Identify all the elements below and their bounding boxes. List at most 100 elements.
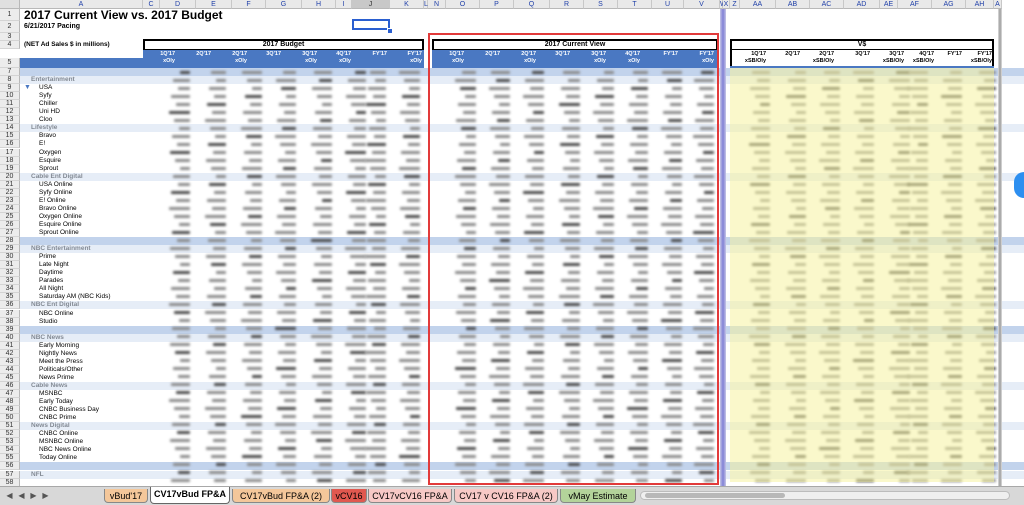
row-number[interactable]: 44 bbox=[0, 365, 20, 374]
selected-cell[interactable] bbox=[352, 19, 390, 30]
row-number[interactable]: 36 bbox=[0, 301, 20, 310]
column-header[interactable]: AF bbox=[898, 0, 932, 9]
row-number[interactable]: 4 bbox=[0, 41, 20, 49]
row-number[interactable]: 14 bbox=[0, 124, 20, 133]
column-header[interactable]: K bbox=[390, 0, 424, 9]
row-number[interactable]: 23 bbox=[0, 196, 20, 205]
row-number[interactable]: 13 bbox=[0, 116, 20, 125]
column-header[interactable]: H bbox=[302, 0, 336, 9]
row-number[interactable]: 24 bbox=[0, 204, 20, 213]
column-header[interactable]: AB bbox=[776, 0, 810, 9]
next-sheet-nav-icon[interactable]: ▶ bbox=[28, 490, 39, 502]
row-number[interactable]: 17 bbox=[0, 148, 20, 157]
row-number[interactable]: 19 bbox=[0, 164, 20, 173]
column-header[interactable]: V bbox=[684, 0, 720, 9]
row-number[interactable]: 50 bbox=[0, 414, 20, 423]
column-header[interactable]: F bbox=[232, 0, 266, 9]
column-header[interactable]: Z bbox=[730, 0, 740, 9]
column-header[interactable]: O bbox=[446, 0, 480, 9]
column-header[interactable]: Q bbox=[514, 0, 550, 9]
column-header[interactable]: N bbox=[428, 0, 446, 9]
column-header[interactable]: AG bbox=[932, 0, 966, 9]
row-number[interactable]: 15 bbox=[0, 132, 20, 141]
row-number[interactable]: 49 bbox=[0, 406, 20, 415]
row-number[interactable]: 31 bbox=[0, 261, 20, 270]
prev-sheet-nav-icon[interactable]: ◀ bbox=[16, 490, 27, 502]
row-number[interactable]: 33 bbox=[0, 277, 20, 286]
column-header[interactable]: T bbox=[618, 0, 652, 9]
sheet-tab[interactable]: vCV16 bbox=[331, 489, 367, 503]
row-number[interactable]: 27 bbox=[0, 229, 20, 237]
column-header[interactable]: S bbox=[584, 0, 618, 9]
column-header[interactable]: AE bbox=[880, 0, 898, 9]
row-number[interactable]: 11 bbox=[0, 100, 20, 109]
column-header[interactable]: J bbox=[352, 0, 390, 9]
row-number[interactable]: 10 bbox=[0, 92, 20, 101]
column-header[interactable]: AA bbox=[740, 0, 776, 9]
row-number[interactable]: 47 bbox=[0, 390, 20, 398]
row-number[interactable]: 30 bbox=[0, 253, 20, 262]
horizontal-scroll-thumb[interactable] bbox=[645, 493, 785, 498]
row-number[interactable]: 9 bbox=[0, 84, 20, 93]
horizontal-scrollbar[interactable] bbox=[640, 491, 1010, 500]
row-number[interactable]: 34 bbox=[0, 285, 20, 294]
sheet-tab[interactable]: CV17vBud FP&A (2) bbox=[232, 489, 330, 503]
column-header[interactable]: AD bbox=[844, 0, 880, 9]
column-header[interactable]: U bbox=[652, 0, 684, 9]
select-all-corner[interactable] bbox=[0, 0, 20, 9]
column-header[interactable]: A bbox=[994, 0, 1002, 9]
column-header[interactable]: R bbox=[550, 0, 584, 9]
row-number[interactable]: 1 bbox=[0, 9, 20, 21]
column-header[interactable]: P bbox=[480, 0, 514, 9]
row-number[interactable]: 7 bbox=[0, 68, 20, 76]
row-number[interactable]: 21 bbox=[0, 180, 20, 189]
column-header[interactable]: G bbox=[266, 0, 302, 9]
row-number[interactable]: 54 bbox=[0, 446, 20, 455]
row-number[interactable]: 5 bbox=[0, 58, 20, 68]
row-number[interactable]: 41 bbox=[0, 341, 20, 350]
row-number[interactable]: 32 bbox=[0, 269, 20, 278]
blue-circle-control[interactable] bbox=[1014, 172, 1024, 198]
sheet-tab[interactable]: vMay Estimate bbox=[560, 489, 636, 503]
row-number[interactable]: 52 bbox=[0, 430, 20, 439]
row-number[interactable]: 37 bbox=[0, 309, 20, 318]
row-number[interactable]: 40 bbox=[0, 333, 20, 342]
sheet-tab[interactable]: CV17 v CV16 FP&A (2) bbox=[454, 489, 558, 503]
row-number[interactable]: 45 bbox=[0, 373, 20, 382]
row-group-toggle-icon[interactable]: ▼ bbox=[24, 84, 31, 92]
row-number[interactable]: 42 bbox=[0, 349, 20, 358]
fill-handle[interactable] bbox=[387, 28, 393, 34]
row-number[interactable]: 28 bbox=[0, 237, 20, 246]
row-number[interactable]: 25 bbox=[0, 212, 20, 221]
column-header[interactable]: AC bbox=[810, 0, 844, 9]
row-number[interactable]: 26 bbox=[0, 220, 20, 229]
row-number[interactable]: 39 bbox=[0, 325, 20, 334]
row-number[interactable]: 8 bbox=[0, 76, 20, 85]
row-number[interactable]: 35 bbox=[0, 293, 20, 302]
row-number[interactable]: 29 bbox=[0, 245, 20, 254]
row-number[interactable]: 16 bbox=[0, 140, 20, 149]
row-number[interactable]: 12 bbox=[0, 108, 20, 117]
column-header[interactable]: AH bbox=[966, 0, 994, 9]
first-sheet-nav-icon[interactable]: ◀ bbox=[4, 490, 15, 502]
last-sheet-nav-icon[interactable]: ▶ bbox=[40, 490, 51, 502]
column-header[interactable]: X bbox=[723, 0, 730, 9]
row-number[interactable]: 53 bbox=[0, 438, 20, 447]
row-number[interactable]: 56 bbox=[0, 462, 20, 471]
row-number[interactable]: 55 bbox=[0, 454, 20, 463]
row-number[interactable]: 57 bbox=[0, 470, 20, 479]
row-number[interactable]: 51 bbox=[0, 422, 20, 431]
column-header[interactable]: I bbox=[336, 0, 352, 9]
row-number[interactable]: 2 bbox=[0, 21, 20, 33]
sheet-tab[interactable]: vBud'17 bbox=[104, 489, 148, 503]
row-number[interactable]: 43 bbox=[0, 357, 20, 366]
row-number[interactable]: 38 bbox=[0, 317, 20, 326]
row-number[interactable]: 46 bbox=[0, 381, 20, 390]
sheet-tab[interactable]: CV17vCV16 FP&A bbox=[368, 489, 452, 503]
row-number[interactable]: 20 bbox=[0, 172, 20, 181]
row-number[interactable]: 18 bbox=[0, 156, 20, 165]
row-number[interactable]: 22 bbox=[0, 188, 20, 197]
row-number[interactable]: 48 bbox=[0, 398, 20, 407]
row-number[interactable]: 3 bbox=[0, 33, 20, 41]
sheet-tab[interactable]: CV17vBud FP&A bbox=[150, 487, 230, 504]
